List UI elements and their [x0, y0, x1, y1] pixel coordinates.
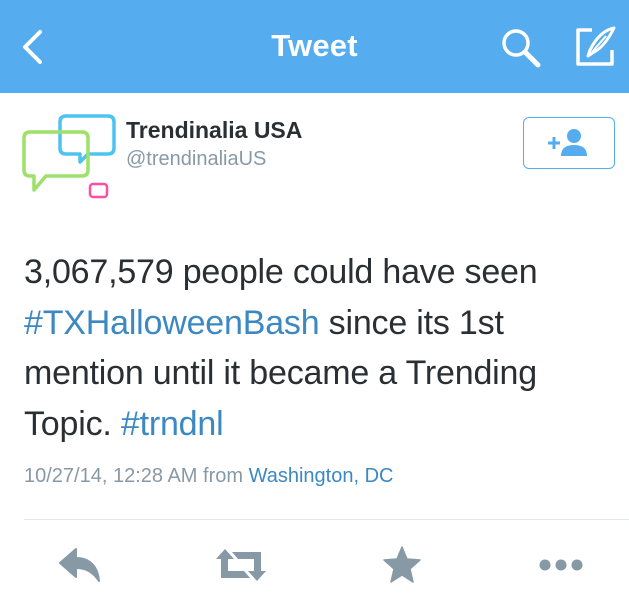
chat-bubbles-icon	[22, 114, 116, 199]
avatar[interactable]	[22, 112, 118, 204]
timestamp: 10/27/14, 12:28 AM	[24, 465, 198, 487]
hashtag-link[interactable]: #trndnl	[121, 405, 224, 443]
star-icon	[383, 546, 421, 583]
compose-button[interactable]	[570, 22, 620, 72]
nav-bar: Tweet	[0, 0, 629, 93]
tweet-meta: 10/27/14, 12:28 AM from Washington, DC	[24, 465, 393, 488]
more-button[interactable]	[536, 545, 586, 585]
divider	[24, 519, 629, 520]
favorite-button[interactable]	[381, 545, 423, 585]
author-handle[interactable]: @trendinaliaUS	[126, 148, 266, 171]
author-name[interactable]: Trendinalia USA	[126, 117, 302, 144]
location-link[interactable]: Washington, DC	[249, 465, 394, 487]
more-icon	[539, 559, 583, 571]
search-icon	[502, 29, 541, 68]
tweet-text: 3,067,579 people could have seen #TXHall…	[24, 247, 614, 449]
retweet-icon	[216, 549, 266, 581]
from-label: from	[203, 465, 244, 487]
follow-button[interactable]	[523, 117, 615, 169]
search-button[interactable]	[497, 24, 545, 70]
compose-icon	[576, 26, 616, 66]
hashtag-link[interactable]: #TXHalloweenBash	[24, 304, 320, 342]
reply-icon	[59, 548, 100, 582]
add-user-icon	[547, 128, 587, 156]
reply-button[interactable]	[58, 545, 104, 585]
tweet-text-part: 3,067,579 people could have seen	[24, 253, 538, 291]
retweet-button[interactable]	[214, 545, 268, 585]
